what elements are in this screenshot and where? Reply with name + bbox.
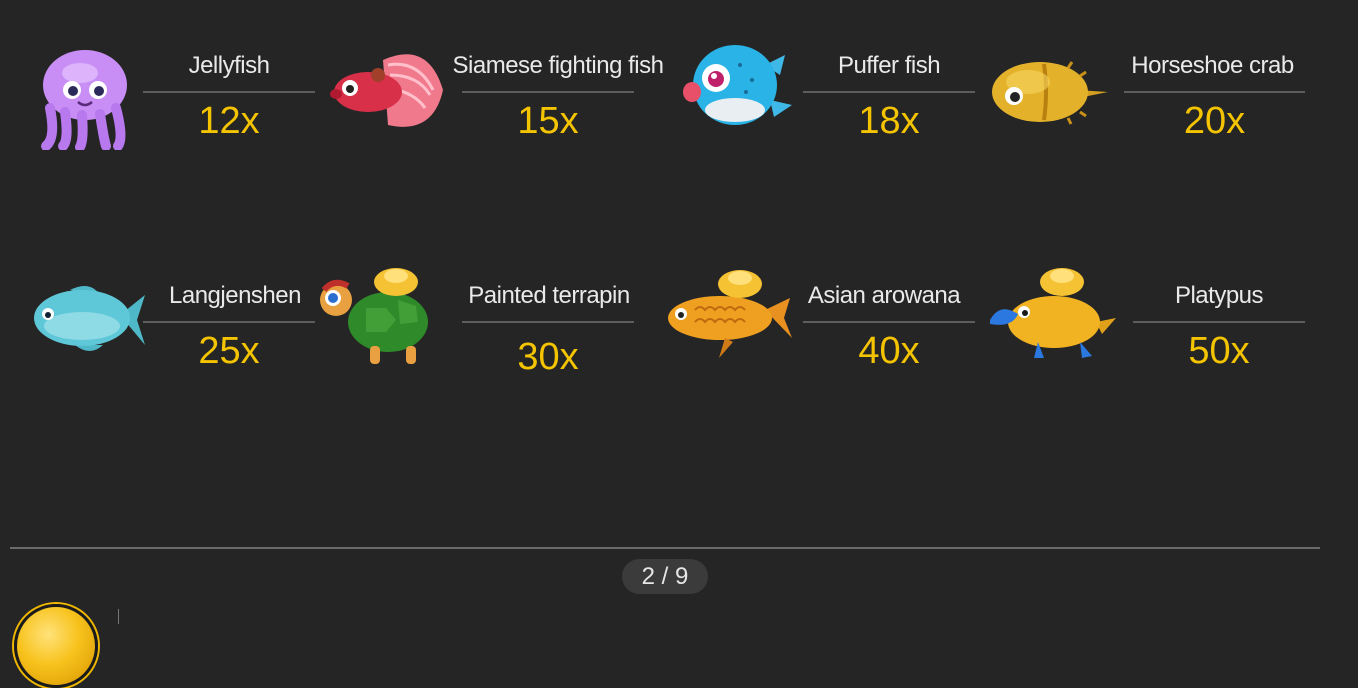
item-name: Horseshoe crab bbox=[1131, 52, 1294, 79]
item-multiplier: 40x bbox=[858, 330, 920, 372]
footer-separator bbox=[118, 609, 119, 624]
paytable-item-asian-arowana: Asian arowana 40x bbox=[665, 260, 985, 400]
item-multiplier: 18x bbox=[858, 100, 920, 142]
item-multiplier: 50x bbox=[1188, 330, 1250, 372]
item-multiplier: 20x bbox=[1183, 100, 1246, 142]
item-underline bbox=[1124, 91, 1305, 93]
item-name: Painted terrapin bbox=[468, 282, 630, 309]
item-multiplier: 15x bbox=[517, 100, 579, 142]
paytable-item-jellyfish: Jellyfish 12x bbox=[30, 30, 330, 170]
footer-divider bbox=[10, 547, 1320, 549]
item-underline bbox=[462, 91, 634, 93]
terrapin-icon bbox=[318, 260, 448, 380]
paytable-item-horseshoe-crab: Horseshoe crab 20x bbox=[988, 30, 1318, 170]
item-multiplier: 25x bbox=[198, 330, 260, 372]
paytable-item-puffer-fish: Puffer fish 18x bbox=[680, 30, 980, 170]
item-name: Jellyfish bbox=[188, 52, 270, 79]
platypus-icon bbox=[988, 260, 1118, 380]
item-name: Langjenshen bbox=[169, 282, 301, 309]
paytable-row: Jellyfish 12x Siamese fighting fish 15x bbox=[0, 30, 1358, 170]
page-indicator: 2 / 9 bbox=[622, 559, 708, 594]
item-name: Asian arowana bbox=[807, 282, 961, 309]
horseshoe-crab-icon bbox=[988, 30, 1118, 150]
betta-fish-icon bbox=[328, 30, 458, 150]
item-underline bbox=[803, 321, 975, 323]
paytable-row: Langjenshen 25x Painted terrapin 30x Asi… bbox=[0, 260, 1358, 400]
item-underline bbox=[803, 91, 975, 93]
paytable-item-langjenshen: Langjenshen 25x bbox=[30, 260, 330, 400]
item-underline bbox=[462, 321, 634, 323]
jellyfish-icon bbox=[30, 30, 160, 150]
paytable-item-platypus: Platypus 50x bbox=[988, 260, 1318, 400]
paytable-item-siamese-fighting-fish: Siamese fighting fish 15x bbox=[328, 30, 678, 170]
item-name: Puffer fish bbox=[837, 52, 941, 79]
paytable-panel: Jellyfish 12x Siamese fighting fish 15x bbox=[0, 0, 1358, 548]
item-name: Siamese fighting fish bbox=[452, 52, 664, 79]
puffer-fish-icon bbox=[680, 30, 810, 150]
item-name: Platypus bbox=[1174, 282, 1264, 309]
item-underline bbox=[143, 91, 315, 93]
arowana-icon bbox=[665, 260, 795, 380]
item-underline bbox=[1133, 321, 1305, 323]
item-underline bbox=[143, 321, 315, 323]
paytable-item-painted-terrapin: Painted terrapin 30x bbox=[318, 260, 678, 400]
coin-button[interactable] bbox=[14, 604, 98, 688]
langjenshen-fish-icon bbox=[30, 260, 160, 380]
item-multiplier: 12x bbox=[198, 100, 260, 142]
item-multiplier: 30x bbox=[517, 336, 579, 378]
